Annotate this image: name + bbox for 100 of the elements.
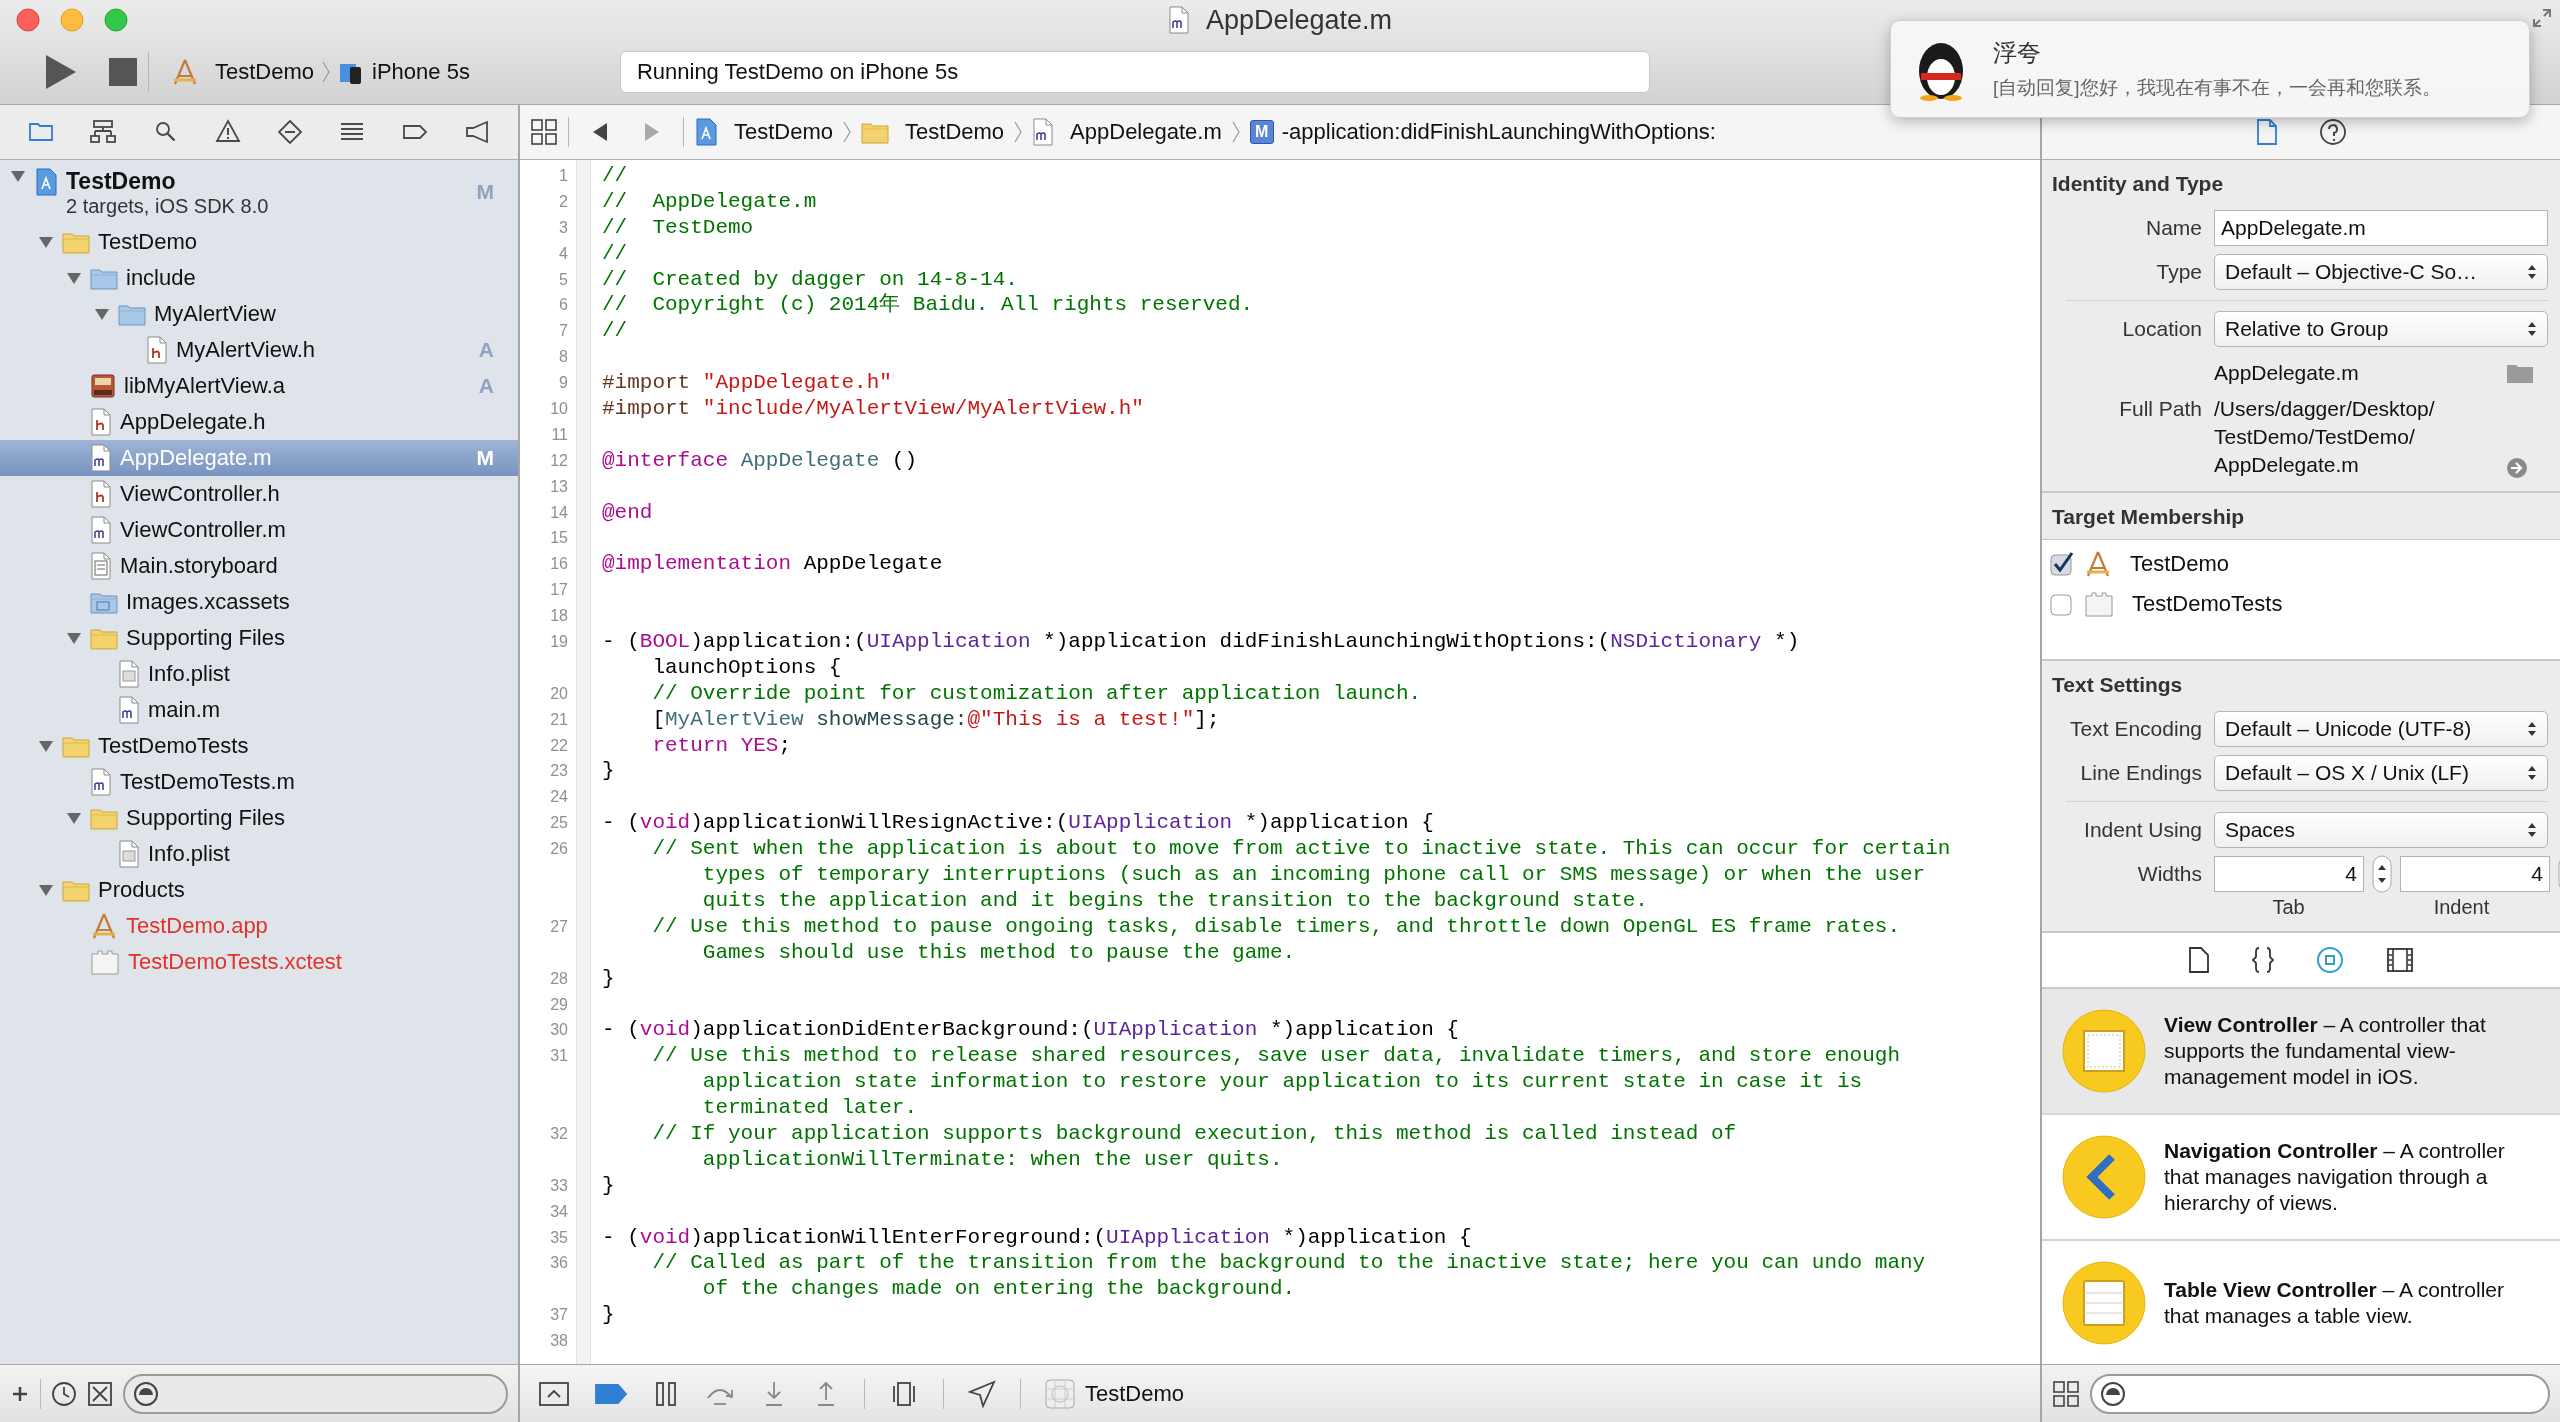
navigator-item[interactable]: TestDemoTests.m bbox=[0, 764, 518, 800]
code-line: @end bbox=[602, 499, 653, 526]
code-line: - (void)applicationWillResignActive:(UIApplication *)application { bbox=[602, 810, 1434, 837]
status-letter: A bbox=[478, 338, 494, 362]
stepper[interactable] bbox=[2372, 855, 2392, 893]
navigator-item[interactable]: MyAlertView.h A bbox=[0, 332, 518, 368]
disclosure-triangle[interactable] bbox=[66, 810, 82, 826]
library-item[interactable]: Navigation Controller – A controller that manages navigation through a hierarchy of views. bbox=[2042, 1115, 2560, 1241]
disclosure-triangle[interactable] bbox=[94, 306, 110, 322]
navigator-item[interactable]: Main.storyboard bbox=[0, 548, 518, 584]
checkbox[interactable] bbox=[2050, 592, 2074, 616]
document-icon bbox=[90, 768, 112, 796]
encoding-popup[interactable]: Default – Unicode (UTF-8) bbox=[2214, 711, 2548, 747]
navigator-item[interactable]: Info.plist bbox=[0, 656, 518, 692]
line-number: 16 bbox=[549, 554, 569, 575]
filter-icon bbox=[2100, 1380, 2126, 1407]
device-name[interactable]: iPhone 5s bbox=[372, 59, 470, 85]
close-button[interactable] bbox=[16, 8, 40, 32]
breakpoints-toggle[interactable] bbox=[594, 1381, 628, 1406]
tab-width-field[interactable]: 4 bbox=[2214, 856, 2364, 892]
folder-icon bbox=[90, 590, 118, 614]
breadcrumb-item[interactable]: M -application:didFinishLaunchingWithOptions: bbox=[1249, 119, 1716, 145]
name-field[interactable]: AppDelegate.m bbox=[2214, 210, 2548, 246]
fullscreen-icon[interactable] bbox=[2532, 8, 2552, 28]
app-icon bbox=[171, 58, 199, 86]
breadcrumb-item[interactable]: AppDelegate.m bbox=[1032, 118, 1222, 146]
crossed-box-icon[interactable] bbox=[87, 1380, 113, 1407]
code-line: terminated later. bbox=[701, 1095, 918, 1121]
disclosure-triangle[interactable] bbox=[10, 168, 26, 184]
checkbox[interactable] bbox=[2050, 552, 2074, 576]
navigator-item[interactable]: MyAlertView bbox=[0, 296, 518, 332]
code-line: #import "include/MyAlertView/MyAlertView.h" bbox=[602, 396, 1144, 422]
grid-icon[interactable] bbox=[530, 118, 558, 146]
line-number: 17 bbox=[549, 580, 569, 601]
location-popup[interactable]: Relative to Group bbox=[2214, 311, 2548, 347]
braces-icon[interactable] bbox=[2252, 947, 2274, 973]
navigator-item[interactable]: TestDemo 2 targets, iOS SDK 8.0 M bbox=[0, 164, 518, 224]
line-number: 31 bbox=[549, 1046, 569, 1067]
navigator-item[interactable]: TestDemoTests bbox=[0, 728, 518, 764]
navigator-item[interactable]: AppDelegate.h bbox=[0, 404, 518, 440]
disclosure-triangle[interactable] bbox=[38, 234, 54, 250]
navigator-item[interactable]: Supporting Files bbox=[0, 800, 518, 836]
line-number: 34 bbox=[549, 1201, 569, 1222]
target-name: TestDemoTests bbox=[2132, 591, 2283, 617]
disclosure-triangle[interactable] bbox=[66, 270, 82, 286]
indent-width-field[interactable]: 4 bbox=[2400, 856, 2550, 892]
breadcrumb-item[interactable]: TestDemo bbox=[861, 119, 1005, 145]
folder-icon bbox=[62, 734, 90, 758]
grid-icon[interactable] bbox=[2052, 1379, 2080, 1408]
navigator-item[interactable]: ViewController.m bbox=[0, 512, 518, 548]
run-button[interactable] bbox=[44, 53, 78, 91]
arrow-circle-icon[interactable] bbox=[2506, 457, 2528, 479]
navigator-item[interactable]: Products bbox=[0, 872, 518, 908]
disclosure-triangle[interactable] bbox=[66, 630, 82, 646]
navigator-item[interactable]: include bbox=[0, 260, 518, 296]
indent-popup[interactable]: Spaces bbox=[2214, 812, 2548, 848]
field-label: Name bbox=[2144, 216, 2203, 240]
scheme-name[interactable]: TestDemo bbox=[215, 59, 315, 85]
disclosure-triangle[interactable] bbox=[38, 882, 54, 898]
breadcrumb-item[interactable]: TestDemo bbox=[694, 118, 834, 146]
diamond-icon[interactable] bbox=[276, 118, 305, 146]
code-line: // AppDelegate.m bbox=[602, 188, 817, 215]
stop-button[interactable] bbox=[108, 57, 138, 87]
line-number: 5 bbox=[558, 269, 569, 290]
library-item[interactable]: View Controller – A controller that supports the fundamental view-management model in iOS. bbox=[2042, 989, 2560, 1115]
location-arrow-icon[interactable] bbox=[968, 1379, 996, 1408]
code-line: types of temporary interruptions (such as an incoming phone call or SMS message) or when the user bbox=[701, 862, 1926, 888]
navigator-item[interactable]: Images.xcassets bbox=[0, 584, 518, 620]
chevron-icon bbox=[1231, 120, 1240, 144]
help-icon[interactable] bbox=[2319, 118, 2347, 146]
hierarchy-icon[interactable] bbox=[89, 118, 118, 146]
folder-icon bbox=[90, 806, 118, 830]
filter-field[interactable] bbox=[2090, 1373, 2550, 1414]
line-number: 12 bbox=[549, 450, 569, 471]
folder-icon bbox=[62, 878, 90, 902]
field-label: Widths bbox=[2136, 862, 2203, 886]
document-icon[interactable] bbox=[2188, 947, 2210, 973]
code-line: of the changes made on entering the background. bbox=[701, 1276, 1296, 1303]
navigator-item[interactable]: Info.plist bbox=[0, 836, 518, 872]
navigator-item[interactable]: Supporting Files bbox=[0, 620, 518, 656]
notification-card[interactable]: 浮夸 [自动回复]您好，我现在有事不在，一会再和您联系。 bbox=[1890, 20, 2530, 118]
zoom-button[interactable] bbox=[104, 8, 128, 32]
navigator-item[interactable]: ViewController.h bbox=[0, 476, 518, 512]
type-popup[interactable]: Default – Objective-C So… bbox=[2214, 254, 2548, 290]
filter-field[interactable] bbox=[123, 1373, 508, 1414]
chevron-icon bbox=[322, 60, 331, 84]
object-icon[interactable] bbox=[2316, 946, 2344, 974]
line-endings-popup[interactable]: Default – OS X / Unix (LF) bbox=[2214, 755, 2548, 791]
clock-icon[interactable] bbox=[51, 1380, 77, 1407]
navigator-item[interactable]: libMyAlertView.a A bbox=[0, 368, 518, 404]
disclosure-triangle[interactable] bbox=[38, 738, 54, 754]
navigator-item[interactable]: TestDemoTests.xctest bbox=[0, 944, 518, 980]
panel-toggle-icon[interactable] bbox=[538, 1380, 570, 1407]
navigator-item[interactable]: TestDemo bbox=[0, 224, 518, 260]
line-number: 4 bbox=[558, 243, 569, 264]
navigator-item[interactable]: main.m bbox=[0, 692, 518, 728]
navigator-item[interactable]: TestDemo.app bbox=[0, 908, 518, 944]
film-icon[interactable] bbox=[2386, 947, 2414, 973]
field-label: Location bbox=[2121, 317, 2203, 341]
target-name[interactable]: TestDemo bbox=[1085, 1380, 1185, 1407]
